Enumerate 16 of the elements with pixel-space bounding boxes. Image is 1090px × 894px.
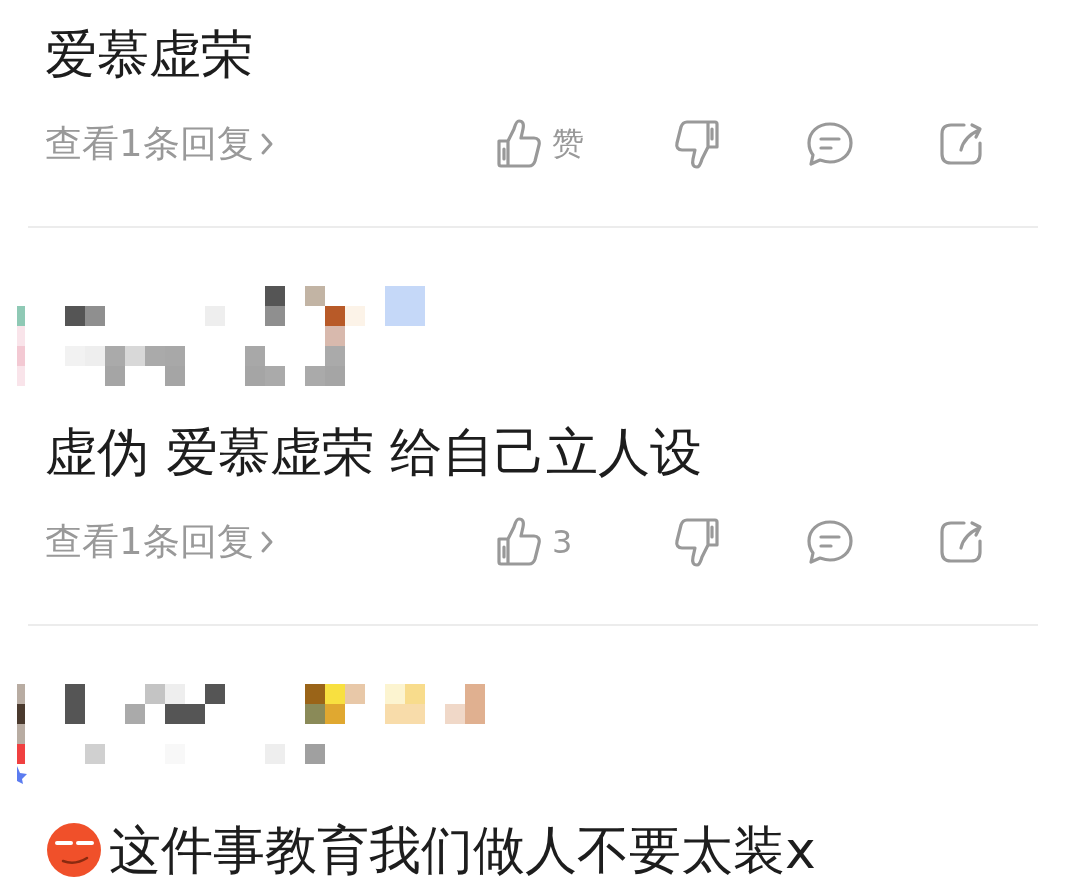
chevron-right-icon <box>259 530 274 554</box>
thumbs-down-icon <box>674 119 720 169</box>
chevron-right-icon <box>259 132 274 156</box>
thumbs-up-icon <box>496 517 542 567</box>
smirk-emoji-icon <box>45 821 103 879</box>
view-replies-link[interactable]: 查看1条回复 <box>45 119 274 169</box>
thumbs-down-icon <box>674 517 720 567</box>
comment-icon <box>806 519 854 565</box>
view-replies-link[interactable]: 查看1条回复 <box>45 517 274 567</box>
comment-text: 这件事教育我们做人不要太装x <box>109 819 816 882</box>
thumbs-up-icon <box>496 119 542 169</box>
like-button[interactable]: 赞 <box>496 116 674 172</box>
comment-text: 虚伪 爱慕虚荣 给自己立人设 <box>45 421 703 484</box>
comment-text: 爱慕虚荣 <box>45 23 253 86</box>
like-button[interactable]: 3 <box>496 514 674 570</box>
comment-icon <box>806 121 854 167</box>
